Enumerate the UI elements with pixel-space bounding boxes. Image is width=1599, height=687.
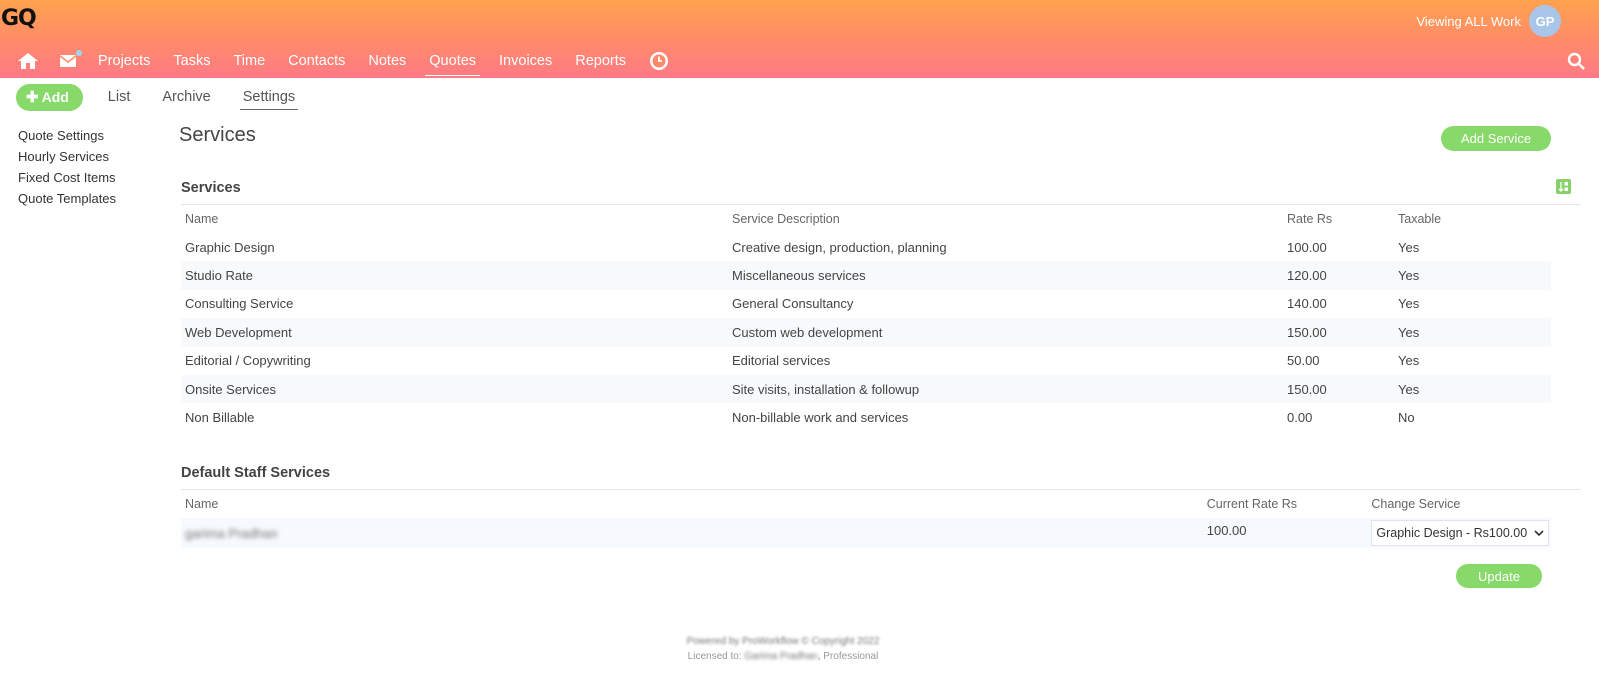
nav-reports[interactable]: Reports — [575, 47, 626, 76]
table-header: Name Service Description Rate Rs Taxable — [181, 205, 1551, 233]
table-row[interactable]: Web Development Custom web development 1… — [181, 318, 1551, 347]
sort-icon[interactable] — [1556, 179, 1571, 194]
service-taxable: No — [1398, 410, 1415, 426]
service-taxable: Yes — [1398, 381, 1420, 397]
col-staff-name: Name — [185, 497, 219, 511]
service-description: Editorial services — [732, 353, 831, 369]
sidebar-item-quote-settings[interactable]: Quote Settings — [18, 128, 116, 149]
home-icon[interactable] — [18, 53, 38, 69]
service-rate: 100.00 — [1287, 239, 1327, 255]
table-row: garima Pradhan 100.00 Graphic Design - R… — [181, 518, 1551, 548]
col-change-service: Change Service — [1371, 497, 1461, 511]
service-taxable: Yes — [1398, 268, 1420, 284]
service-taxable: Yes — [1398, 324, 1420, 340]
services-table: Name Service Description Rate Rs Taxable… — [181, 205, 1551, 432]
change-service-value: Graphic Design - Rs100.00 — [1376, 526, 1528, 540]
sub-nav: ✚ Add List Archive Settings — [16, 83, 324, 111]
nav-quotes[interactable]: Quotes — [425, 47, 481, 76]
add-service-button[interactable]: Add Service — [1441, 126, 1551, 151]
service-name[interactable]: Web Development — [181, 325, 732, 340]
service-name[interactable]: Editorial / Copywriting — [181, 353, 732, 368]
footer-license-prefix: Licensed to: — [687, 651, 742, 662]
add-label: Add — [41, 89, 69, 105]
add-button[interactable]: ✚ Add — [16, 83, 83, 111]
col-description: Service Description — [732, 212, 840, 226]
footer-license-suffix: , Professional — [817, 651, 879, 662]
col-taxable: Taxable — [1398, 212, 1442, 226]
staff-current-rate: 100.00 — [1206, 523, 1247, 538]
service-name[interactable]: Non Billable — [181, 410, 732, 425]
table-row[interactable]: Consulting Service General Consultancy 1… — [181, 290, 1551, 318]
service-rate: 140.00 — [1287, 296, 1327, 312]
tab-archive[interactable]: Archive — [159, 85, 213, 109]
sidebar-item-hourly-services[interactable]: Hourly Services — [18, 149, 116, 170]
mail-icon[interactable] — [60, 50, 82, 67]
chevron-down-icon — [1534, 529, 1544, 536]
service-name[interactable]: Graphic Design — [181, 240, 732, 255]
services-section-title: Services — [181, 180, 241, 196]
main-nav: Projects Tasks Time Contacts Notes Quote… — [18, 44, 691, 78]
tab-settings[interactable]: Settings — [239, 85, 299, 110]
footer-license: Licensed to: Garima Pradhan, Professiona… — [0, 649, 1566, 664]
search-icon[interactable] — [1567, 52, 1585, 73]
table-row[interactable]: Editorial / Copywriting Editorial servic… — [181, 347, 1551, 375]
nav-time[interactable]: Time — [233, 47, 265, 76]
service-description: Custom web development — [732, 324, 883, 340]
footer-license-name: Garima Pradhan — [744, 651, 818, 662]
service-name[interactable]: Onsite Services — [181, 382, 732, 397]
table-row[interactable]: Studio Rate Miscellaneous services 120.0… — [181, 261, 1551, 290]
table-row[interactable]: Onsite Services Site visits, installatio… — [181, 374, 1551, 404]
nav-contacts[interactable]: Contacts — [288, 47, 345, 76]
clock-icon[interactable] — [649, 51, 669, 71]
service-name[interactable]: Studio Rate — [181, 268, 732, 283]
tab-list[interactable]: List — [105, 85, 134, 109]
service-rate: 0.00 — [1287, 410, 1313, 426]
footer: Powered by ProWorkflow © Copyright 2022 … — [0, 634, 1566, 664]
service-taxable: Yes — [1398, 296, 1420, 312]
nav-invoices[interactable]: Invoices — [499, 47, 552, 76]
table-row[interactable]: Graphic Design Creative design, producti… — [181, 233, 1551, 261]
plus-icon: ✚ — [26, 89, 39, 106]
service-taxable: Yes — [1398, 353, 1420, 369]
service-rate: 150.00 — [1287, 324, 1327, 340]
service-description: Creative design, production, planning — [732, 239, 947, 255]
service-rate: 50.00 — [1287, 353, 1320, 369]
update-button[interactable]: Update — [1456, 564, 1542, 588]
table-header: Name Current Rate Rs Change Service — [181, 490, 1551, 518]
col-current-rate: Current Rate Rs — [1206, 497, 1298, 511]
service-description: Miscellaneous services — [732, 268, 866, 284]
col-name: Name — [185, 212, 219, 226]
page-title: Services — [179, 124, 256, 146]
viewing-scope[interactable]: Viewing ALL Work — [1416, 14, 1521, 29]
service-rate: 150.00 — [1287, 381, 1327, 397]
nav-projects[interactable]: Projects — [98, 47, 150, 76]
nav-notes[interactable]: Notes — [368, 47, 406, 76]
nav-tasks[interactable]: Tasks — [173, 47, 210, 76]
col-rate: Rate Rs — [1287, 212, 1333, 226]
avatar[interactable]: GP — [1529, 5, 1561, 37]
table-row[interactable]: Non Billable Non-billable work and servi… — [181, 403, 1551, 431]
service-description: Site visits, installation & followup — [732, 381, 920, 397]
app-logo[interactable]: GQ — [1, 6, 37, 31]
service-description: General Consultancy — [732, 296, 854, 312]
staff-name: garima Pradhan — [185, 525, 278, 541]
top-header: GQ Viewing ALL Work GP Projects Tasks Ti… — [0, 0, 1599, 78]
footer-powered-by: Powered by ProWorkflow © Copyright 2022 — [686, 636, 880, 647]
sidebar-item-fixed-cost-items[interactable]: Fixed Cost Items — [18, 170, 116, 191]
service-name[interactable]: Consulting Service — [181, 296, 732, 311]
service-rate: 120.00 — [1287, 268, 1327, 284]
sidebar-item-quote-templates[interactable]: Quote Templates — [18, 191, 116, 212]
service-taxable: Yes — [1398, 239, 1420, 255]
service-description: Non-billable work and services — [732, 410, 909, 426]
notification-dot — [76, 50, 82, 56]
change-service-select[interactable]: Graphic Design - Rs100.00 — [1371, 520, 1550, 546]
staff-section-title: Default Staff Services — [181, 465, 331, 481]
staff-services-table: Name Current Rate Rs Change Service gari… — [181, 490, 1551, 548]
settings-sidebar: Quote Settings Hourly Services Fixed Cos… — [18, 128, 116, 212]
